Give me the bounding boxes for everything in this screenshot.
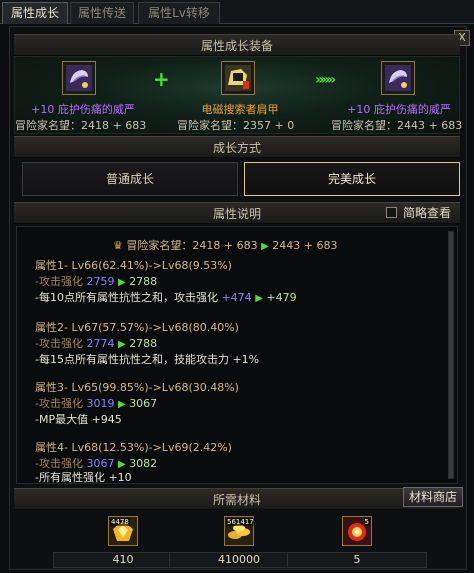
attr1-stat: -攻击强化 2759 ▶ 2788 xyxy=(35,275,158,288)
perfect-growth-button[interactable]: 完美成长 xyxy=(244,162,460,196)
shoulder-plate-icon xyxy=(225,65,251,91)
crown-icon: ♛ xyxy=(113,239,123,252)
plus-icon: + xyxy=(153,67,170,91)
fame-after: 2443 + 683 xyxy=(272,239,338,252)
brief-view-checkbox[interactable] xyxy=(386,207,397,218)
attr3-title: 属性3- Lv65(99.85%)->Lv68(30.48%) xyxy=(35,381,239,394)
material-badge-1: 4478 xyxy=(110,518,130,526)
fame-line: ♛ 冒险家名望：2418 + 683 ▶ 2443 + 683 xyxy=(113,237,337,253)
shoulder-armor-icon xyxy=(66,65,92,91)
result-item-title: 庇护伤痛的威严 xyxy=(373,103,451,116)
attribute-description-box[interactable]: ♛ 冒险家名望：2418 + 683 ▶ 2443 + 683 属性1- Lv6… xyxy=(16,226,458,484)
source-item-fame: 冒险家名望：2418 + 683 xyxy=(15,119,147,132)
material-count-3: 5 xyxy=(287,552,427,568)
arrow-icon: ▶ xyxy=(261,241,269,252)
tab-attribute-lv-transfer[interactable]: 属性Lv转移 xyxy=(138,2,220,24)
equip-area: + »»» +10 庇护伤痛的威严 冒险家名望：2418 + 683 电磁搜索者… xyxy=(14,56,463,134)
attr4-title: 属性4- Lv68(12.53%)->Lv69(2.42%) xyxy=(35,441,232,454)
tab-attribute-growth[interactable]: 属性成长 xyxy=(2,2,68,24)
result-item-plus: +10 xyxy=(347,103,371,116)
shoulder-armor-icon xyxy=(385,65,411,91)
brief-view-label: 简略查看 xyxy=(403,206,452,220)
material-item-name: 电磁搜索者肩甲 xyxy=(201,103,279,116)
material-slot-3[interactable]: 5 xyxy=(342,516,372,546)
brief-view-toggle[interactable]: 简略查看 xyxy=(386,204,451,221)
source-item-name: +10 庇护伤痛的威严 xyxy=(23,101,143,117)
arrows-icon: »»» xyxy=(315,72,336,88)
material-slot-2[interactable]: 561417 xyxy=(224,516,255,546)
equip-section-title: 属性成长装备 xyxy=(14,34,460,56)
fame-before: 冒险家名望：2418 + 683 xyxy=(126,239,258,252)
attr1-title: 属性1- Lv66(62.41%)->Lv68(9.53%) xyxy=(35,259,232,272)
materials-area: 4478 561417 5 410 410000 5 xyxy=(14,512,460,569)
material-item-fame: 冒险家名望：2357 + 0 xyxy=(177,119,295,132)
attr4-note: -所有属性强化 +10 xyxy=(35,471,132,484)
attr1-note: -每10点所有属性抗性之和，攻击强化 +474 ▶ +479 xyxy=(35,291,297,304)
description-scrollbar[interactable] xyxy=(448,231,454,479)
attr2-note: -每15点所有属性抗性之和，技能攻击力 +1% xyxy=(35,353,260,366)
material-badge-3: 5 xyxy=(363,518,370,526)
scrollbar-thumb[interactable] xyxy=(449,232,453,478)
source-item-title: 庇护伤痛的威严 xyxy=(57,103,135,116)
attr3-stat: -攻击强化 3019 ▶ 3067 xyxy=(35,397,158,410)
tab-attribute-transfer[interactable]: 属性传送 xyxy=(70,2,134,24)
materials-section-title: 所需材料 xyxy=(14,488,460,510)
tab-bar: 属性成长 属性传送 属性Lv转移 xyxy=(0,0,474,24)
attr2-stat: -攻击强化 2774 ▶ 2788 xyxy=(35,337,158,350)
result-item-slot[interactable] xyxy=(381,61,415,95)
result-item-fame: 冒险家名望：2443 + 683 xyxy=(331,119,463,132)
material-item-slot[interactable] xyxy=(221,61,255,95)
growth-section-title: 成长方式 xyxy=(14,136,460,158)
attr2-title: 属性2- Lv67(57.57%)->Lv68(80.40%) xyxy=(35,321,239,334)
material-slot-1[interactable]: 4478 xyxy=(108,516,138,546)
normal-growth-button[interactable]: 普通成长 xyxy=(22,162,238,196)
source-item-plus: +10 xyxy=(31,103,55,116)
attr3-note: -MP最大值 +945 xyxy=(35,413,122,426)
source-item-slot[interactable] xyxy=(62,61,96,95)
material-badge-2: 561417 xyxy=(226,518,255,526)
material-shop-button[interactable]: 材料商店 xyxy=(403,487,463,507)
result-item-name: +10 庇护伤痛的威严 xyxy=(339,101,459,117)
